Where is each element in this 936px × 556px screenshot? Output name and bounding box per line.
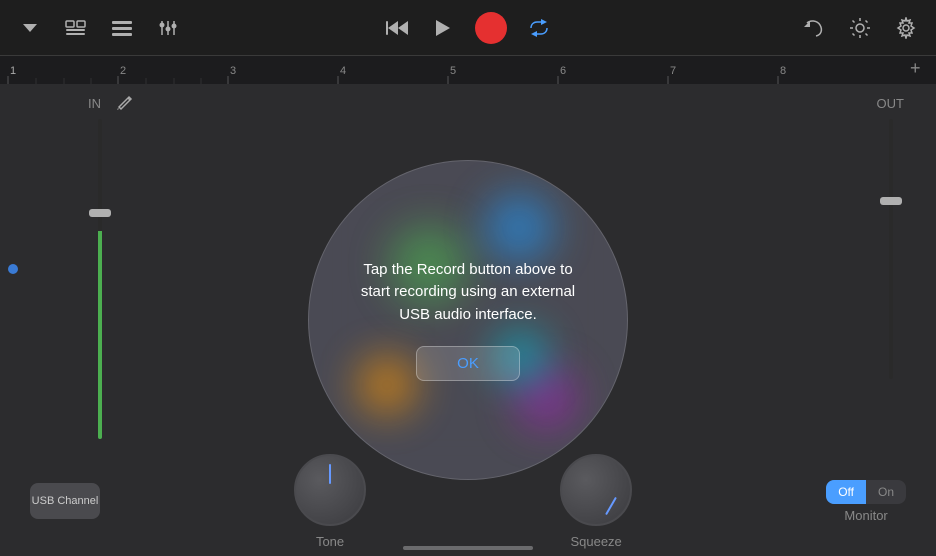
- toolbar-right: [571, 14, 920, 42]
- svg-text:2: 2: [120, 65, 126, 77]
- settings-icon[interactable]: [892, 14, 920, 42]
- undo-button[interactable]: [800, 14, 828, 42]
- svg-text:4: 4: [340, 65, 346, 77]
- svg-text:3: 3: [230, 65, 236, 77]
- dialog: Tap the Record button above to start rec…: [308, 160, 628, 480]
- svg-text:1: 1: [10, 65, 16, 77]
- phone-frame: 1 2 3 4 5 6 7 8 +: [0, 0, 936, 556]
- dialog-ok-button[interactable]: OK: [416, 346, 520, 381]
- track-view-icon[interactable]: [62, 14, 90, 42]
- main-content: IN OUT USB Channel: [0, 84, 936, 556]
- toolbar-center: [383, 12, 553, 44]
- svg-text:+: +: [910, 58, 921, 78]
- loop-icon[interactable]: [525, 14, 553, 42]
- svg-text:8: 8: [780, 65, 786, 77]
- dialog-content: Tap the Record button above to start rec…: [349, 259, 587, 382]
- svg-text:7: 7: [670, 65, 676, 77]
- svg-text:6: 6: [560, 65, 566, 77]
- rewind-button[interactable]: [383, 14, 411, 42]
- home-indicator: [403, 546, 533, 550]
- blob-blue: [484, 193, 554, 263]
- ruler: 1 2 3 4 5 6 7 8 +: [0, 56, 936, 84]
- mixer-icon[interactable]: [154, 14, 182, 42]
- dialog-overlay: Tap the Record button above to start rec…: [0, 84, 936, 556]
- toolbar: [0, 0, 936, 56]
- record-button[interactable]: [475, 12, 507, 44]
- svg-text:5: 5: [450, 65, 456, 77]
- toolbar-left: [16, 14, 365, 42]
- dialog-message: Tap the Record button above to start rec…: [349, 259, 587, 327]
- tracks-icon[interactable]: [108, 14, 136, 42]
- play-button[interactable]: [429, 14, 457, 42]
- dropdown-icon[interactable]: [16, 14, 44, 42]
- brightness-icon[interactable]: [846, 14, 874, 42]
